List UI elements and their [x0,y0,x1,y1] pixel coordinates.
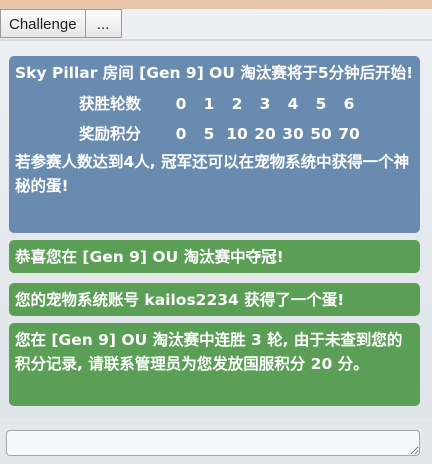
wins-cell: 6 [343,95,355,113]
wins-cell: 4 [287,95,299,113]
message-text: 恭喜您在 [Gen 9] OU 淘汰赛中夺冠! [15,248,284,266]
chat-input[interactable] [6,430,420,456]
tab-bar: Challenge ... [0,9,122,39]
reward-row-points: 奖励积分 0 5 10 20 30 50 70 [79,119,414,149]
points-cell: 50 [310,125,332,143]
wins-cell: 3 [259,95,271,113]
chat-message-champion: 恭喜您在 [Gen 9] OU 淘汰赛中夺冠! [9,240,420,273]
chat-message-points: 您在 [Gen 9] OU 淘汰赛中连胜 3 轮, 由于未查到您的积分记录, 请… [9,323,420,406]
wins-cell: 1 [203,95,215,113]
reward-table: 获胜轮数 0 1 2 3 4 5 6 奖励积分 0 5 10 20 30 50 … [79,89,414,149]
points-cell: 10 [226,125,248,143]
wins-cell: 5 [315,95,327,113]
wins-cell: 2 [231,95,243,113]
chat-message-egg: 您的宠物系统账号 kailos2234 获得了一个蛋! [9,283,420,316]
points-cell: 20 [254,125,276,143]
points-cell: 0 [175,125,187,143]
tab-more[interactable]: ... [84,9,122,38]
reward-row-wins: 获胜轮数 0 1 2 3 4 5 6 [79,89,414,119]
top-accent-bar [0,0,432,9]
points-cell: 5 [203,125,215,143]
announcement-title: Sky Pillar 房间 [Gen 9] OU 淘汰赛将于5分钟后开始! [15,64,414,82]
wins-cell: 0 [175,95,187,113]
points-label: 奖励积分 [79,125,142,143]
message-text: 您的宠物系统账号 kailos2234 获得了一个蛋! [15,291,345,309]
announcement-note: 若参赛人数达到4人, 冠军还可以在宠物系统中获得一个神秘的蛋! [15,153,410,195]
points-cell: 70 [338,125,360,143]
wins-label: 获胜轮数 [79,95,142,113]
message-text: 您在 [Gen 9] OU 淘汰赛中连胜 3 轮, 由于未查到您的积分记录, 请… [15,331,403,373]
points-cell: 30 [282,125,304,143]
tournament-announcement: Sky Pillar 房间 [Gen 9] OU 淘汰赛将于5分钟后开始! 获胜… [9,56,420,233]
tab-challenge[interactable]: Challenge [0,9,85,38]
divider [0,39,432,41]
